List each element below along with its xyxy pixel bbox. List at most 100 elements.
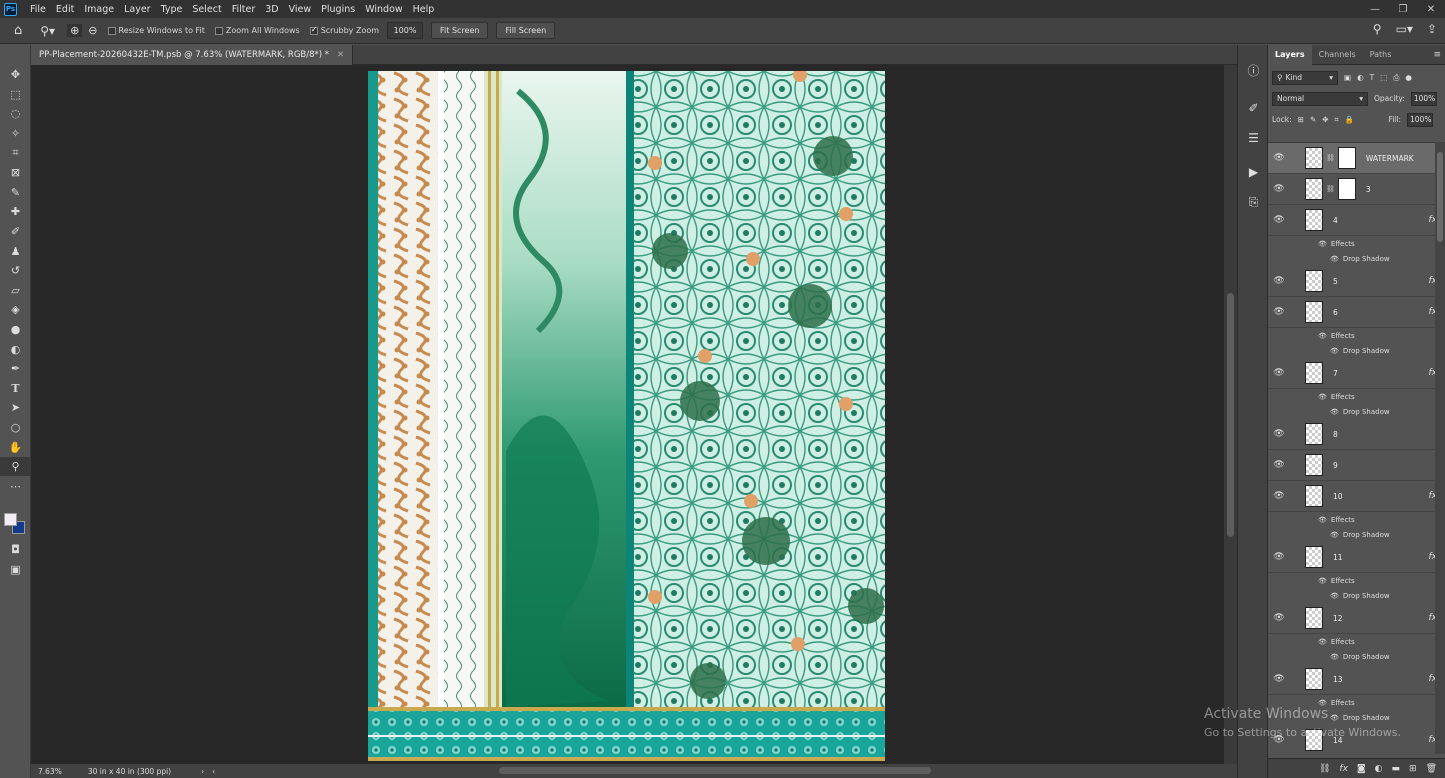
tab-channels[interactable]: Channels [1312,45,1363,65]
layer-name[interactable]: WATERMARK [1366,154,1414,163]
mask-link-icon[interactable]: ⛓ [1326,185,1335,193]
layer-row[interactable]: 👁 9 [1268,450,1445,481]
layers-scroll-thumb[interactable] [1437,152,1443,242]
drop-shadow-eye-icon[interactable]: 👁 [1330,592,1339,600]
mask-link-icon[interactable]: ⛓ [1326,154,1335,162]
canvas-area[interactable] [31,65,1224,764]
visibility-eye-icon[interactable]: 👁 [1268,153,1290,163]
menu-plugins[interactable]: Plugins [316,4,360,15]
marquee-tool-icon[interactable]: ⬚ [0,85,31,105]
fit-screen-button[interactable]: Fit Screen [431,22,489,39]
smart-object-filter-icon[interactable]: ⎙ [1393,73,1399,83]
visibility-eye-icon[interactable]: 👁 [1268,613,1290,623]
horizontal-scroll-thumb[interactable] [499,767,931,774]
effects-eye-icon[interactable]: 👁 [1318,638,1327,646]
layer-mask-thumbnail[interactable] [1337,178,1356,200]
effects-row[interactable]: 👁 Effects [1268,389,1445,404]
effects-eye-icon[interactable]: 👁 [1318,516,1327,524]
search-icon[interactable]: ⚲ [1373,22,1382,36]
layer-name[interactable]: 12 [1333,614,1343,623]
effects-eye-icon[interactable]: 👁 [1318,240,1327,248]
menu-edit[interactable]: Edit [51,4,79,15]
layer-thumbnail[interactable] [1305,362,1323,384]
layer-thumbnail[interactable] [1305,423,1323,445]
visibility-eye-icon[interactable]: 👁 [1268,674,1290,684]
drop-shadow-eye-icon[interactable]: 👁 [1330,347,1339,355]
shape-filter-icon[interactable]: ⬚ [1380,73,1387,82]
layer-thumbnail[interactable] [1305,546,1323,568]
more-tools-icon[interactable]: ⋯ [0,476,31,496]
menu-window[interactable]: Window [360,4,407,15]
opacity-field[interactable]: 100% [1410,91,1437,106]
new-group-icon[interactable]: ▬ [1392,764,1401,774]
home-icon[interactable]: ⌂ [14,23,22,38]
type-tool-icon[interactable]: T [0,379,31,399]
add-mask-icon[interactable]: ◙ [1357,764,1366,774]
fill-screen-button[interactable]: Fill Screen [496,22,556,39]
layer-thumbnail[interactable] [1305,301,1323,323]
visibility-eye-icon[interactable]: 👁 [1268,368,1290,378]
lock-position-icon[interactable]: ✥ [1322,115,1328,124]
menu-view[interactable]: View [284,4,317,15]
canvas-vertical-scrollbar[interactable] [1224,65,1237,764]
layer-thumbnail[interactable] [1305,270,1323,292]
minimize-icon[interactable]: — [1361,0,1389,18]
layer-mask-thumbnail[interactable] [1337,147,1356,169]
fill-field[interactable]: 100% [1407,112,1433,127]
layer-row[interactable]: 👁 11 fx [1268,542,1445,573]
close-icon[interactable]: ✕ [1417,0,1445,18]
add-style-icon[interactable]: fx [1339,764,1348,774]
drop-shadow-row[interactable]: 👁 Drop Shadow [1268,251,1445,266]
layer-row[interactable]: 👁 8 [1268,419,1445,450]
menu-3d[interactable]: 3D [260,4,283,15]
menu-select[interactable]: Select [187,4,226,15]
zoom-out-icon[interactable]: ⊖ [88,24,97,37]
menu-help[interactable]: Help [408,4,440,15]
menu-type[interactable]: Type [156,4,188,15]
scrubby-zoom-checkbox[interactable]: Scrubby Zoom [309,25,379,35]
layer-thumbnail[interactable] [1305,607,1323,629]
layer-row[interactable]: 👁 4 fx [1268,205,1445,236]
lock-pixels-icon[interactable]: ✎ [1310,115,1316,124]
eraser-tool-icon[interactable]: ▱ [0,281,31,301]
link-layers-icon[interactable]: ⛓ [1319,764,1330,774]
actions-play-icon[interactable]: ▶ [1238,157,1269,187]
layer-name[interactable]: 5 [1333,277,1338,286]
tab-layers[interactable]: Layers [1268,44,1312,65]
info-icon[interactable]: ⓘ [1238,55,1269,85]
drop-shadow-eye-icon[interactable]: 👁 [1330,531,1339,539]
brush-tool-icon[interactable]: ✐ [0,222,31,242]
layer-name[interactable]: 4 [1333,216,1338,225]
dodge-tool-icon[interactable]: ◐ [0,339,31,359]
drop-shadow-row[interactable]: 👁 Drop Shadow [1268,527,1445,542]
menu-image[interactable]: Image [79,4,119,15]
scroll-left-icon[interactable]: ‹ [212,767,215,776]
layer-name[interactable]: 7 [1333,369,1338,378]
lock-artboard-icon[interactable]: ⌗ [1335,115,1339,125]
lock-all-icon[interactable]: 🔒 [1345,115,1354,124]
lock-transparent-icon[interactable]: ⊞ [1298,115,1304,124]
effects-eye-icon[interactable]: 👁 [1318,332,1327,340]
adjustments-icon[interactable]: ☰ [1238,123,1269,153]
layers-scrollbar[interactable] [1435,142,1445,754]
clone-stamp-tool-icon[interactable]: ♟ [0,241,31,261]
document-canvas[interactable] [368,71,885,761]
healing-brush-tool-icon[interactable]: ✚ [0,202,31,222]
zoom-in-icon[interactable]: ⊕ [67,24,83,37]
layer-name[interactable]: 6 [1333,308,1338,317]
effects-row[interactable]: 👁 Effects [1268,573,1445,588]
adjustment-filter-icon[interactable]: ◐ [1357,73,1364,82]
effects-eye-icon[interactable]: 👁 [1318,393,1327,401]
visibility-eye-icon[interactable]: 👁 [1268,307,1290,317]
workspace-icon[interactable]: ▭▾ [1396,22,1413,36]
new-layer-icon[interactable]: ⊞ [1409,764,1417,774]
resize-windows-checkbox[interactable]: Resize Windows to Fit [107,26,205,35]
tab-paths[interactable]: Paths [1363,45,1399,65]
blend-mode-select[interactable]: Normal ▾ [1272,91,1368,106]
lasso-tool-icon[interactable]: ◌ [0,104,31,124]
path-selection-tool-icon[interactable]: ➤ [0,398,31,418]
kind-filter-select[interactable]: ⚲ Kind ▾ [1272,70,1338,85]
new-adjustment-icon[interactable]: ◐ [1375,764,1383,774]
layer-row[interactable]: 👁 7 fx [1268,358,1445,389]
history-brush-tool-icon[interactable]: ↺ [0,261,31,281]
